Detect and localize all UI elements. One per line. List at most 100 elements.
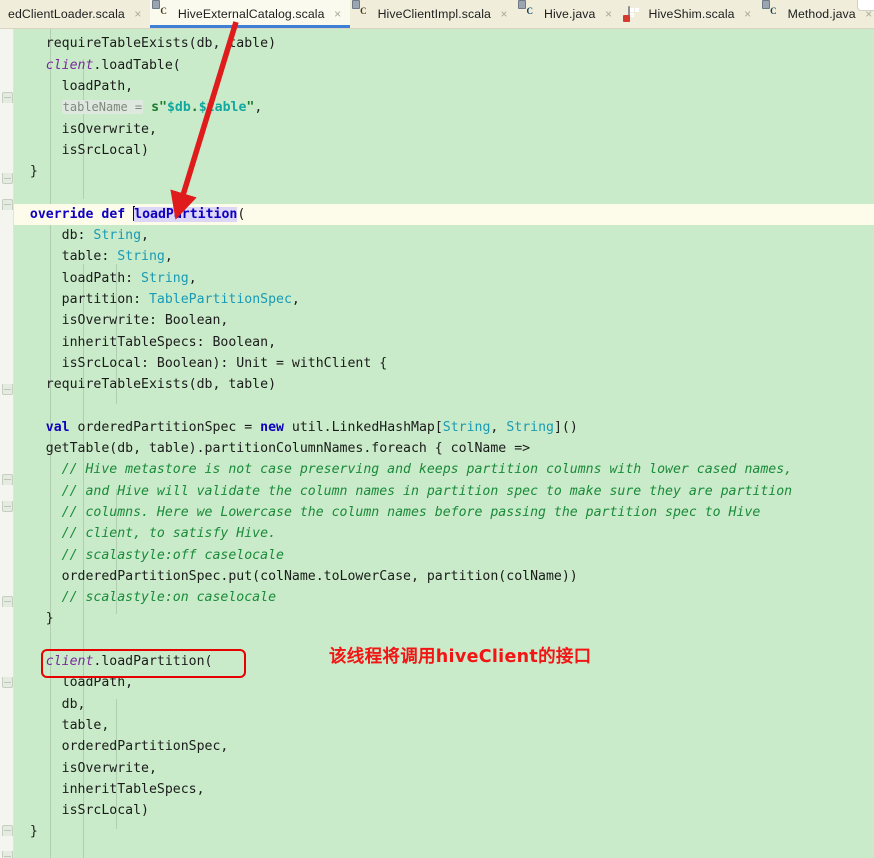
code-token-plain: isOverwrite, (14, 121, 157, 137)
code-fold-marker[interactable] (2, 825, 13, 836)
java-class-icon (524, 7, 539, 22)
code-line[interactable]: // and Hive will validate the column nam… (14, 481, 874, 502)
code-line[interactable]: loadPath, (14, 672, 874, 693)
code-line[interactable]: // scalastyle:off caselocale (14, 545, 874, 566)
code-token-plain: , (188, 270, 197, 286)
code-line[interactable]: loadPath: String, (14, 268, 874, 289)
code-line[interactable]: requireTableExists(db, table) (14, 33, 874, 54)
fold-minus (4, 829, 11, 831)
code-line[interactable]: } (14, 608, 874, 629)
java-class-icon (768, 7, 783, 22)
code-line[interactable]: // scalastyle:on caselocale (14, 587, 874, 608)
code-line[interactable]: val orderedPartitionSpec = new util.Link… (14, 417, 874, 438)
code-fold-marker[interactable] (2, 474, 13, 485)
editor-tab-label: HiveShim.scala (648, 7, 735, 21)
code-token-type: String (141, 270, 189, 286)
fold-box (2, 92, 13, 103)
annotation-note-text: 该线程将调用hiveClient的接口 (329, 647, 592, 667)
code-fold-marker[interactable] (2, 173, 13, 184)
code-fold-marker[interactable] (2, 199, 13, 210)
fold-box (2, 173, 13, 184)
code-line[interactable]: isSrcLocal) (14, 140, 874, 161)
code-line[interactable]: table, (14, 715, 874, 736)
window-corner-artifact (857, 0, 874, 11)
code-line[interactable]: } (14, 821, 874, 842)
editor-tab-hiveexternalcatalog-scala[interactable]: HiveExternalCatalog.scala × (149, 0, 350, 28)
code-line[interactable]: db, (14, 694, 874, 715)
code-line[interactable] (14, 395, 874, 416)
code-token-plain: requireTableExists(db, table) (14, 377, 277, 393)
code-fold-marker[interactable] (2, 677, 13, 688)
code-line[interactable]: loadPath, (14, 76, 874, 97)
code-line[interactable]: isOverwrite: Boolean, (14, 310, 874, 331)
code-token-plain: , (254, 100, 263, 116)
code-fold-marker[interactable] (2, 501, 13, 512)
code-line[interactable]: orderedPartitionSpec, (14, 736, 874, 757)
code-line[interactable]: } (14, 161, 874, 182)
code-fold-marker[interactable] (2, 92, 13, 103)
fold-minus (4, 177, 11, 179)
code-token-plain: orderedPartitionSpec.put(colName.toLower… (14, 568, 578, 584)
code-line[interactable]: // columns. Here we Lowercase the column… (14, 502, 874, 523)
selected-identifier[interactable]: loadPartition (134, 206, 238, 222)
editor-tab-edclientloader-scala[interactable]: edClientLoader.scala × (0, 0, 150, 28)
fold-box (2, 474, 13, 485)
code-token-strvar: $db (166, 100, 191, 116)
code-line[interactable]: isSrcLocal: Boolean): Unit = withClient … (14, 353, 874, 374)
close-icon[interactable]: × (743, 8, 753, 20)
code-token-type: String (93, 228, 142, 243)
code-line[interactable]: partition: TablePartitionSpec, (14, 289, 874, 310)
code-token-cmt: // columns. Here we Lowercase the column… (14, 504, 761, 520)
code-token-kw: def (101, 206, 126, 222)
code-fold-marker[interactable] (2, 596, 13, 607)
code-token-plain: loadPath, (14, 675, 134, 691)
code-line[interactable]: isOverwrite, (14, 758, 874, 779)
editor-tab-hiveclientimpl-scala[interactable]: HiveClientImpl.scala × (349, 0, 516, 28)
editor-gutter[interactable] (0, 29, 14, 858)
close-icon[interactable]: × (133, 8, 143, 20)
code-line[interactable]: db: String, (14, 225, 874, 246)
code-line[interactable] (14, 182, 874, 203)
code-line[interactable]: client.loadTable( (14, 55, 874, 76)
code-token-plain: } (14, 611, 54, 627)
code-token-plain: isSrcLocal) (14, 803, 149, 819)
code-token-fieldit: client (45, 57, 94, 73)
code-line[interactable]: requireTableExists(db, table) (14, 374, 874, 395)
code-line[interactable]: inheritTableSpecs, (14, 779, 874, 800)
code-token-kw: val (45, 419, 70, 435)
code-line-caret[interactable]: override def loadPartition( (14, 203, 874, 225)
fold-minus (4, 681, 11, 683)
code-token-kw: new (260, 419, 284, 435)
code-line[interactable]: orderedPartitionSpec.put(colName.toLower… (14, 566, 874, 587)
scala-abstract-icon-glyph (628, 5, 631, 22)
editor-tab-hive-java[interactable]: Hive.java × (515, 0, 621, 28)
code-line[interactable]: tableName = s"$db.$table", (14, 97, 874, 118)
code-fold-marker[interactable] (2, 851, 13, 858)
fold-minus (4, 855, 11, 857)
code-line[interactable]: isSrcLocal) (14, 800, 874, 821)
code-text-area[interactable]: requireTableExists(db, table) client.loa… (14, 29, 874, 858)
code-line[interactable]: isOverwrite, (14, 119, 874, 140)
code-line[interactable]: // client, to satisfy Hive. (14, 523, 874, 544)
code-token-plain: .loadTable( (93, 57, 181, 73)
close-icon[interactable]: × (499, 8, 509, 20)
code-token-cmt: // and Hive will validate the column nam… (14, 483, 793, 499)
fold-minus (4, 478, 11, 480)
close-icon[interactable]: × (603, 8, 613, 20)
code-line[interactable]: getTable(db, table).partitionColumnNames… (14, 438, 874, 459)
code-line[interactable]: table: String, (14, 246, 874, 267)
code-fold-marker[interactable] (2, 384, 13, 395)
close-icon[interactable]: × (333, 8, 343, 20)
code-token-plain: requireTableExists(db, table) (14, 36, 277, 52)
scala-class-icon (358, 7, 373, 22)
editor-tab-hiveshim-scala[interactable]: HiveShim.scala × (620, 0, 760, 28)
code-line[interactable]: inheritTableSpecs: Boolean, (14, 332, 874, 353)
code-token-plain: inheritTableSpecs, (14, 781, 205, 797)
code-line[interactable]: // Hive metastore is not case preserving… (14, 459, 874, 480)
code-editor[interactable]: requireTableExists(db, table) client.loa… (0, 29, 874, 858)
code-token-plain: .loadPartition( (93, 654, 213, 669)
ide-window: edClientLoader.scala × HiveExternalCatalog… (0, 0, 874, 858)
code-token-plain: db: (14, 228, 94, 243)
